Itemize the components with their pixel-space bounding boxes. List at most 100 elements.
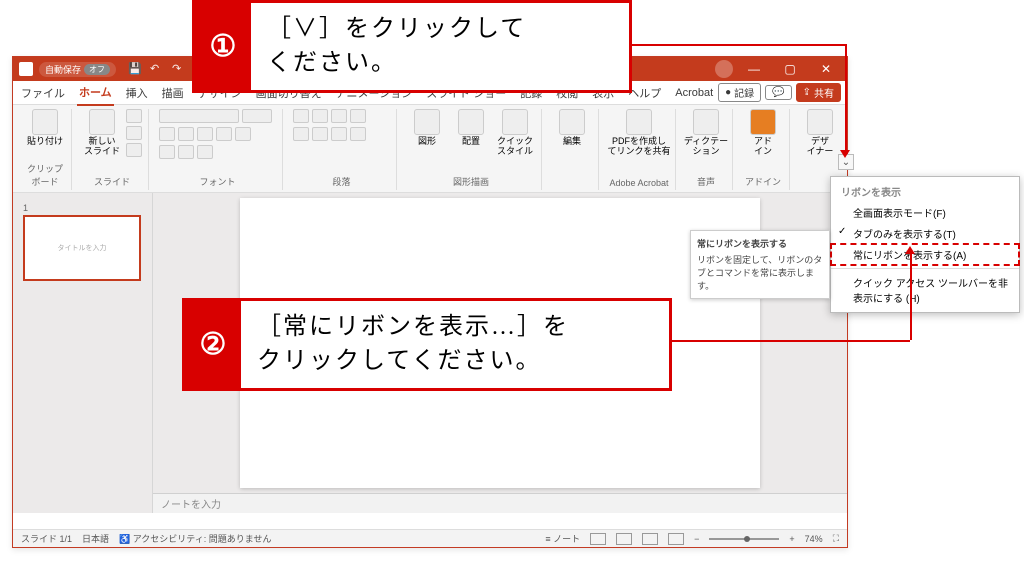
notes-pane[interactable]: ノートを入力 (153, 493, 847, 513)
tab-draw[interactable]: 描画 (160, 81, 186, 105)
paste-button[interactable]: 貼り付け (25, 109, 65, 147)
pdf-icon (626, 109, 652, 135)
callout-2-number: ② (185, 301, 241, 388)
indent-dec-button[interactable] (331, 109, 347, 123)
group-editing: 編集 (546, 109, 599, 190)
arrow-1-v (845, 44, 847, 152)
sorter-view-button[interactable] (616, 533, 632, 545)
callout-1-number: ① (195, 3, 251, 90)
zoom-slider[interactable] (709, 538, 779, 540)
justify-button[interactable] (350, 127, 366, 141)
font-color-button[interactable] (159, 145, 175, 159)
slideshow-view-button[interactable] (668, 533, 684, 545)
option-tabs-only[interactable]: タブのみを表示する(T) (831, 223, 1019, 244)
save-icon[interactable]: 💾 (128, 62, 142, 76)
zoom-level[interactable]: 74% (805, 534, 823, 544)
italic-button[interactable] (178, 127, 194, 141)
zoom-out-button[interactable]: − (694, 534, 699, 544)
fit-window-button[interactable]: ⛶ (833, 533, 839, 544)
user-avatar-icon[interactable] (715, 60, 733, 78)
record-button[interactable]: ● 記録 (718, 83, 761, 102)
designer-icon (807, 109, 833, 135)
arrow-1-h (632, 44, 846, 46)
group-font: フォント (153, 109, 283, 190)
tooltip-body: リボンを固定して、リボンのタブとコマンドを常に表示します。 (697, 253, 823, 292)
align-right-button[interactable] (331, 127, 347, 141)
tooltip-title: 常にリボンを表示する (697, 237, 823, 250)
tab-home[interactable]: ホーム (77, 80, 114, 106)
autosave-label: 自動保存 (45, 63, 81, 76)
slide-thumbnails: 1 タイトルを入力 (13, 193, 153, 513)
tab-insert[interactable]: 挿入 (124, 81, 150, 105)
clear-format-button[interactable] (197, 145, 213, 159)
callout-2-text: ［常にリボンを表示…］を クリックしてください。 (241, 301, 585, 388)
layout-icon[interactable] (126, 109, 142, 123)
edit-button[interactable]: 編集 (552, 109, 592, 147)
mic-icon (693, 109, 719, 135)
accessibility-status[interactable]: ♿ アクセシビリティ: 問題ありません (119, 532, 271, 545)
zoom-in-button[interactable]: + (789, 534, 794, 544)
callout-1: ① ［∨］をクリックして ください。 (192, 0, 632, 93)
minimize-button[interactable]: — (739, 62, 769, 76)
ribbon-display-options-menu: リボンを表示 全画面表示モード(F) タブのみを表示する(T) 常にリボンを表示… (830, 176, 1020, 313)
tooltip-always-show-ribbon: 常にリボンを表示する リボンを固定して、リボンのタブとコマンドを常に表示します。 (690, 230, 830, 299)
numbering-button[interactable] (312, 109, 328, 123)
tab-file[interactable]: ファイル (19, 81, 67, 105)
new-slide-icon (89, 109, 115, 135)
arrange-button[interactable]: 配置 (451, 109, 491, 147)
slide-thumbnail-1[interactable]: タイトルを入力 (23, 215, 141, 281)
slide-counter: スライド 1/1 (21, 532, 72, 545)
underline-button[interactable] (197, 127, 213, 141)
share-button[interactable]: ⇪ 共有 (796, 83, 841, 102)
shapes-icon (414, 109, 440, 135)
font-select[interactable] (159, 109, 239, 123)
maximize-button[interactable]: ▢ (775, 62, 805, 76)
dropdown-section-title: リボンを表示 (831, 181, 1019, 202)
designer-button[interactable]: デザ イナー (800, 109, 840, 157)
option-full-screen[interactable]: 全画面表示モード(F) (831, 202, 1019, 223)
option-hide-qat[interactable]: クイック アクセス ツールバーを非表示にする (H) (831, 272, 1019, 308)
new-slide-button[interactable]: 新しい スライド (82, 109, 122, 157)
option-always-show-ribbon[interactable]: 常にリボンを表示する(A) (831, 244, 1019, 265)
quick-styles-button[interactable]: クイック スタイル (495, 109, 535, 157)
shapes-button[interactable]: 図形 (407, 109, 447, 147)
shadow-button[interactable] (235, 127, 251, 141)
language-indicator[interactable]: 日本語 (82, 532, 109, 545)
arrange-icon (458, 109, 484, 135)
font-size[interactable] (242, 109, 272, 123)
undo-icon[interactable]: ↶ (150, 62, 164, 76)
highlight-button[interactable] (178, 145, 194, 159)
indent-inc-button[interactable] (350, 109, 366, 123)
group-drawing: 図形 配置 クイック スタイル 図形描画 (401, 109, 542, 190)
paste-icon (32, 109, 58, 135)
arrow-2-v (910, 252, 912, 340)
find-icon (559, 109, 585, 135)
bullets-button[interactable] (293, 109, 309, 123)
section-icon[interactable] (126, 143, 142, 157)
autosave-state: オフ (84, 64, 110, 75)
notes-toggle[interactable]: ≡ ノート (545, 532, 580, 545)
arrow-2-head (905, 246, 915, 254)
align-left-button[interactable] (293, 127, 309, 141)
redo-icon[interactable]: ↷ (172, 62, 186, 76)
app-icon (19, 62, 33, 76)
bold-button[interactable] (159, 127, 175, 141)
autosave-toggle[interactable]: 自動保存 オフ (39, 62, 116, 77)
dictate-button[interactable]: ディクテー ション (686, 109, 726, 157)
reading-view-button[interactable] (642, 533, 658, 545)
close-button[interactable]: ✕ (811, 62, 841, 76)
reset-icon[interactable] (126, 126, 142, 140)
strike-button[interactable] (216, 127, 232, 141)
status-bar: スライド 1/1 日本語 ♿ アクセシビリティ: 問題ありません ≡ ノート −… (13, 529, 847, 547)
tab-acrobat[interactable]: Acrobat (673, 83, 715, 103)
addin-button[interactable]: アド イン (743, 109, 783, 157)
align-center-button[interactable] (312, 127, 328, 141)
group-slides: 新しい スライド スライド (76, 109, 149, 190)
pdf-share-button[interactable]: PDFを作成し てリンクを共有 (609, 109, 669, 157)
comments-button[interactable]: 💬 (765, 85, 791, 100)
normal-view-button[interactable] (590, 533, 606, 545)
group-paragraph: 段落 (287, 109, 397, 190)
arrow-2-h1 (672, 340, 910, 342)
arrow-1-head (840, 150, 850, 158)
ribbon: 貼り付け クリップボード 新しい スライド スライド フォント 段落 (13, 105, 847, 193)
